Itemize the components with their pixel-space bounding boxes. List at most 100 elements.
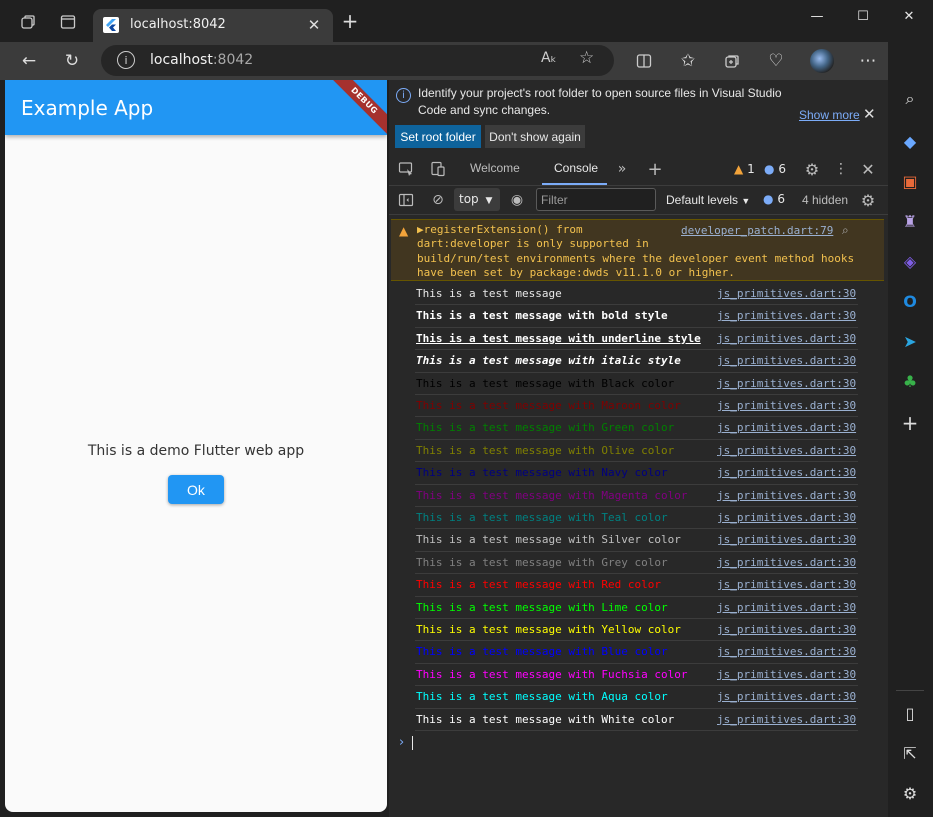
console-message-text[interactable]: This is a test message with Teal color bbox=[416, 511, 668, 524]
collections-icon[interactable] bbox=[718, 47, 746, 75]
console-source-link[interactable]: js_primitives.dart:30 bbox=[717, 578, 856, 591]
telegram-icon[interactable]: ➤ bbox=[899, 330, 921, 352]
performance-icon[interactable]: ♡ bbox=[762, 47, 790, 75]
issues-count[interactable]: ● 6 bbox=[763, 192, 785, 206]
console-source-link[interactable]: js_primitives.dart:30 bbox=[717, 690, 856, 703]
console-message-text[interactable]: This is a test message with Blue color bbox=[416, 645, 668, 658]
tab-welcome[interactable]: Welcome bbox=[470, 161, 520, 175]
console-source-link[interactable]: js_primitives.dart:30 bbox=[717, 645, 856, 658]
shopping-icon[interactable]: ◆ bbox=[899, 130, 921, 152]
console-source-link[interactable]: js_primitives.dart:30 bbox=[717, 377, 856, 390]
ok-button[interactable]: Ok bbox=[168, 475, 224, 504]
log-levels-select[interactable]: Default levels ▼ bbox=[666, 193, 750, 207]
tab-console[interactable]: Console bbox=[554, 161, 598, 175]
console-source-link[interactable]: js_primitives.dart:30 bbox=[717, 668, 856, 681]
close-icon[interactable]: ✕ bbox=[303, 14, 325, 36]
minimize-icon[interactable]: — bbox=[794, 0, 840, 32]
console-message-text[interactable]: This is a test message with Navy color bbox=[416, 466, 668, 479]
console-source-link[interactable]: js_primitives.dart:30 bbox=[717, 399, 856, 412]
info-count[interactable]: ● 6 bbox=[764, 162, 786, 176]
browser-tab[interactable]: localhost:8042 ✕ bbox=[93, 9, 333, 42]
search-icon[interactable]: ⌕ bbox=[842, 223, 849, 238]
close-window-icon[interactable]: ✕ bbox=[886, 0, 932, 32]
more-tabs-icon[interactable]: » bbox=[611, 159, 633, 179]
split-screen-icon[interactable] bbox=[630, 47, 658, 75]
console-message-text[interactable]: This is a test message with Maroon color bbox=[416, 399, 681, 412]
search-icon[interactable]: ⌕ bbox=[899, 88, 921, 110]
console-message-text[interactable]: This is a test message with Red color bbox=[416, 578, 661, 591]
tools-icon[interactable]: ▣ bbox=[899, 170, 921, 192]
console-source-link[interactable]: js_primitives.dart:30 bbox=[717, 444, 856, 457]
console-message-text[interactable]: This is a test message with Olive color bbox=[416, 444, 674, 457]
settings-icon[interactable]: ⚙ bbox=[899, 782, 921, 804]
console-message-text[interactable]: This is a test message with Grey color bbox=[416, 556, 668, 569]
context-select[interactable]: top ▼ bbox=[454, 188, 500, 211]
microsoft-365-icon[interactable]: ◈ bbox=[899, 250, 921, 272]
read-aloud-icon[interactable]: Aₖ bbox=[541, 50, 557, 66]
console-source-link[interactable]: js_primitives.dart:30 bbox=[717, 421, 856, 434]
open-external-icon[interactable]: ⇱ bbox=[899, 742, 921, 764]
add-tab-icon[interactable]: + bbox=[644, 159, 666, 180]
console-source-link[interactable]: js_primitives.dart:30 bbox=[717, 511, 856, 524]
console-message-text[interactable]: This is a test message with bold style bbox=[416, 309, 668, 322]
vertical-tabs-icon[interactable] bbox=[54, 8, 82, 36]
console-settings-icon[interactable]: ⚙ bbox=[857, 190, 879, 210]
set-root-folder-button[interactable]: Set root folder bbox=[395, 125, 481, 148]
more-icon[interactable]: ⋮ bbox=[830, 159, 852, 179]
console-source-link[interactable]: js_primitives.dart:30 bbox=[717, 489, 856, 502]
console-source-link[interactable]: js_primitives.dart:30 bbox=[717, 466, 856, 479]
filter-input[interactable] bbox=[536, 188, 656, 211]
add-icon[interactable]: + bbox=[899, 411, 921, 435]
console-message-text[interactable]: This is a test message with underline st… bbox=[416, 332, 701, 345]
sidebar-toggle-icon[interactable] bbox=[395, 190, 417, 210]
new-tab-icon[interactable]: + bbox=[338, 9, 362, 33]
close-icon[interactable]: ✕ bbox=[863, 105, 876, 123]
more-icon[interactable]: ⋯ bbox=[854, 47, 882, 75]
favorites-icon[interactable]: ✩ bbox=[674, 47, 702, 75]
console-source-link[interactable]: js_primitives.dart:30 bbox=[717, 601, 856, 614]
console-source-link[interactable]: js_primitives.dart:30 bbox=[717, 713, 856, 726]
live-expression-icon[interactable]: ◉ bbox=[506, 190, 528, 210]
console-message-text[interactable]: This is a test message with Fuchsia colo… bbox=[416, 668, 688, 681]
address-bar[interactable]: i localhost:8042 Aₖ ☆ bbox=[101, 45, 614, 76]
console-source-link[interactable]: js_primitives.dart:30 bbox=[717, 332, 856, 345]
console-source-link[interactable]: js_primitives.dart:30 bbox=[717, 354, 856, 367]
warning-source-link[interactable]: developer_patch.dart:79 bbox=[681, 224, 833, 237]
url-text[interactable]: localhost:8042 bbox=[150, 52, 253, 68]
console-message-text[interactable]: This is a test message with Black color bbox=[416, 377, 674, 390]
warning-count[interactable]: ▲ 1 bbox=[734, 162, 755, 176]
games-icon[interactable]: ♜ bbox=[899, 210, 921, 232]
show-more-link[interactable]: Show more bbox=[799, 108, 860, 122]
refresh-icon[interactable]: ↻ bbox=[58, 47, 86, 75]
console-source-link[interactable]: js_primitives.dart:30 bbox=[717, 533, 856, 546]
console-message-text[interactable]: This is a test message bbox=[416, 287, 562, 300]
favorite-icon[interactable]: ☆ bbox=[579, 48, 594, 68]
console-message-text[interactable]: This is a test message with Silver color bbox=[416, 533, 681, 546]
hide-sidebar-icon[interactable]: ▯ bbox=[899, 702, 921, 724]
console-message-text[interactable]: This is a test message with Lime color bbox=[416, 601, 668, 614]
close-icon[interactable]: ✕ bbox=[857, 159, 879, 179]
console-message-text[interactable]: This is a test message with Green color bbox=[416, 421, 674, 434]
console-input[interactable] bbox=[412, 736, 413, 750]
back-icon[interactable]: ← bbox=[15, 47, 43, 75]
device-emulation-icon[interactable] bbox=[427, 159, 449, 179]
dont-show-again-button[interactable]: Don't show again bbox=[485, 125, 585, 148]
settings-icon[interactable]: ⚙ bbox=[801, 159, 823, 179]
console-message-text[interactable]: This is a test message with Yellow color bbox=[416, 623, 681, 636]
inspect-icon[interactable] bbox=[395, 159, 417, 179]
console-source-link[interactable]: js_primitives.dart:30 bbox=[717, 287, 856, 300]
maximize-icon[interactable]: ☐ bbox=[840, 0, 886, 32]
console-source-link[interactable]: js_primitives.dart:30 bbox=[717, 556, 856, 569]
console-source-link[interactable]: js_primitives.dart:30 bbox=[717, 309, 856, 322]
console-message-text[interactable]: This is a test message with Magenta colo… bbox=[416, 489, 688, 502]
console-source-link[interactable]: js_primitives.dart:30 bbox=[717, 623, 856, 636]
tab-actions-icon[interactable] bbox=[14, 8, 42, 36]
profile-icon[interactable] bbox=[808, 47, 836, 75]
tree-icon[interactable]: ♣ bbox=[899, 370, 921, 392]
console-message-text[interactable]: This is a test message with Aqua color bbox=[416, 690, 668, 703]
console-message-text[interactable]: This is a test message with White color bbox=[416, 713, 674, 726]
clear-console-icon[interactable]: ⊘ bbox=[427, 190, 449, 210]
info-icon[interactable]: i bbox=[117, 51, 135, 69]
console-message-text[interactable]: This is a test message with italic style bbox=[416, 354, 681, 367]
outlook-icon[interactable]: O bbox=[899, 290, 921, 312]
